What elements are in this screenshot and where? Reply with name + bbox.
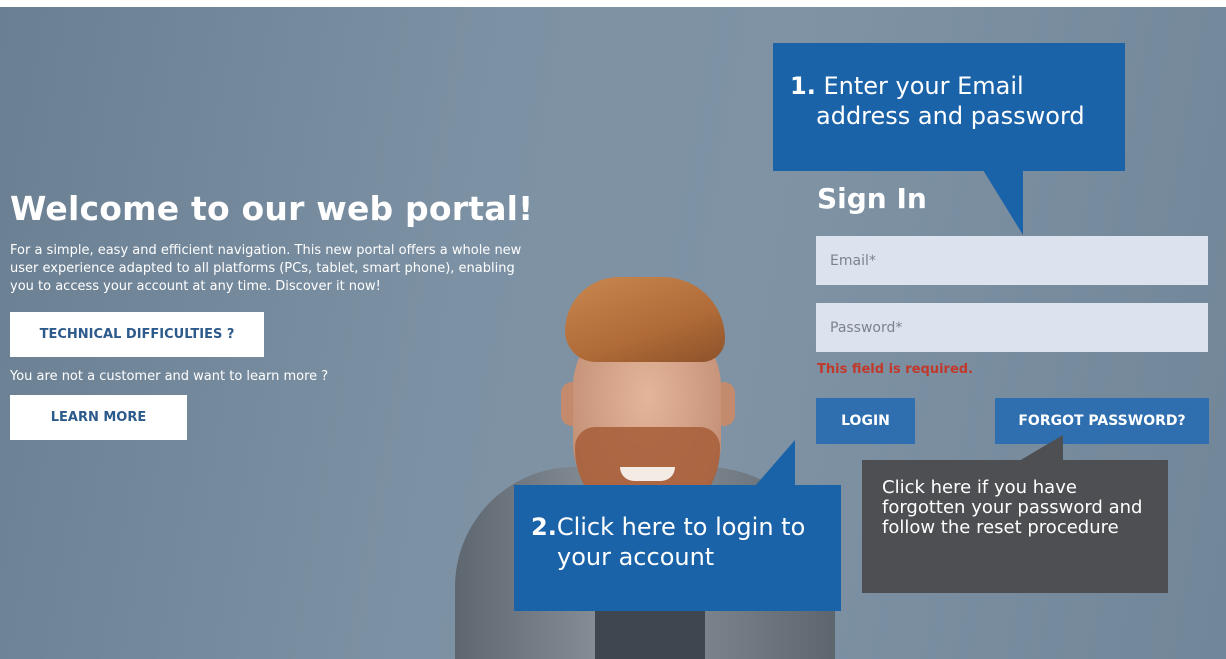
step1-callout-text: 1. Enter your Email address and password [790, 71, 1085, 131]
welcome-section: Welcome to our web portal! For a simple,… [10, 189, 550, 440]
step2-number: 2. [531, 513, 557, 541]
forgot-help-callout-pointer [1019, 435, 1063, 461]
learn-more-prompt: You are not a customer and want to learn… [10, 369, 329, 384]
step2-callout-pointer [755, 440, 795, 486]
sign-in-title: Sign In [817, 182, 927, 215]
step2-line1: Click here to login to [556, 513, 806, 541]
field-required-error: This field is required. [817, 362, 974, 377]
step1-line1: Enter your Email [815, 72, 1024, 100]
step1-line2: address and password [816, 102, 1085, 130]
person-hair [565, 277, 725, 362]
password-input[interactable] [816, 303, 1208, 352]
step2-callout-text: 2.Click here to login to your account [531, 512, 805, 572]
person-smile [620, 467, 675, 481]
step1-callout: 1. Enter your Email address and password [773, 43, 1125, 171]
forgot-help-callout: Click here if you have forgotten your pa… [862, 460, 1168, 593]
step1-callout-pointer [983, 170, 1023, 235]
welcome-intro: For a simple, easy and efficient navigat… [10, 243, 522, 294]
step2-line2: your account [557, 543, 715, 571]
login-button[interactable]: LOGIN [816, 398, 915, 444]
learn-more-button[interactable]: LEARN MORE [10, 395, 187, 440]
technical-difficulties-button[interactable]: TECHNICAL DIFFICULTIES ? [10, 312, 264, 357]
welcome-title: Welcome to our web portal! [10, 189, 534, 228]
email-input[interactable] [816, 236, 1208, 285]
step2-callout: 2.Click here to login to your account [514, 485, 841, 611]
step1-number: 1. [790, 72, 816, 100]
forgot-help-text: Click here if you have forgotten your pa… [882, 477, 1143, 538]
